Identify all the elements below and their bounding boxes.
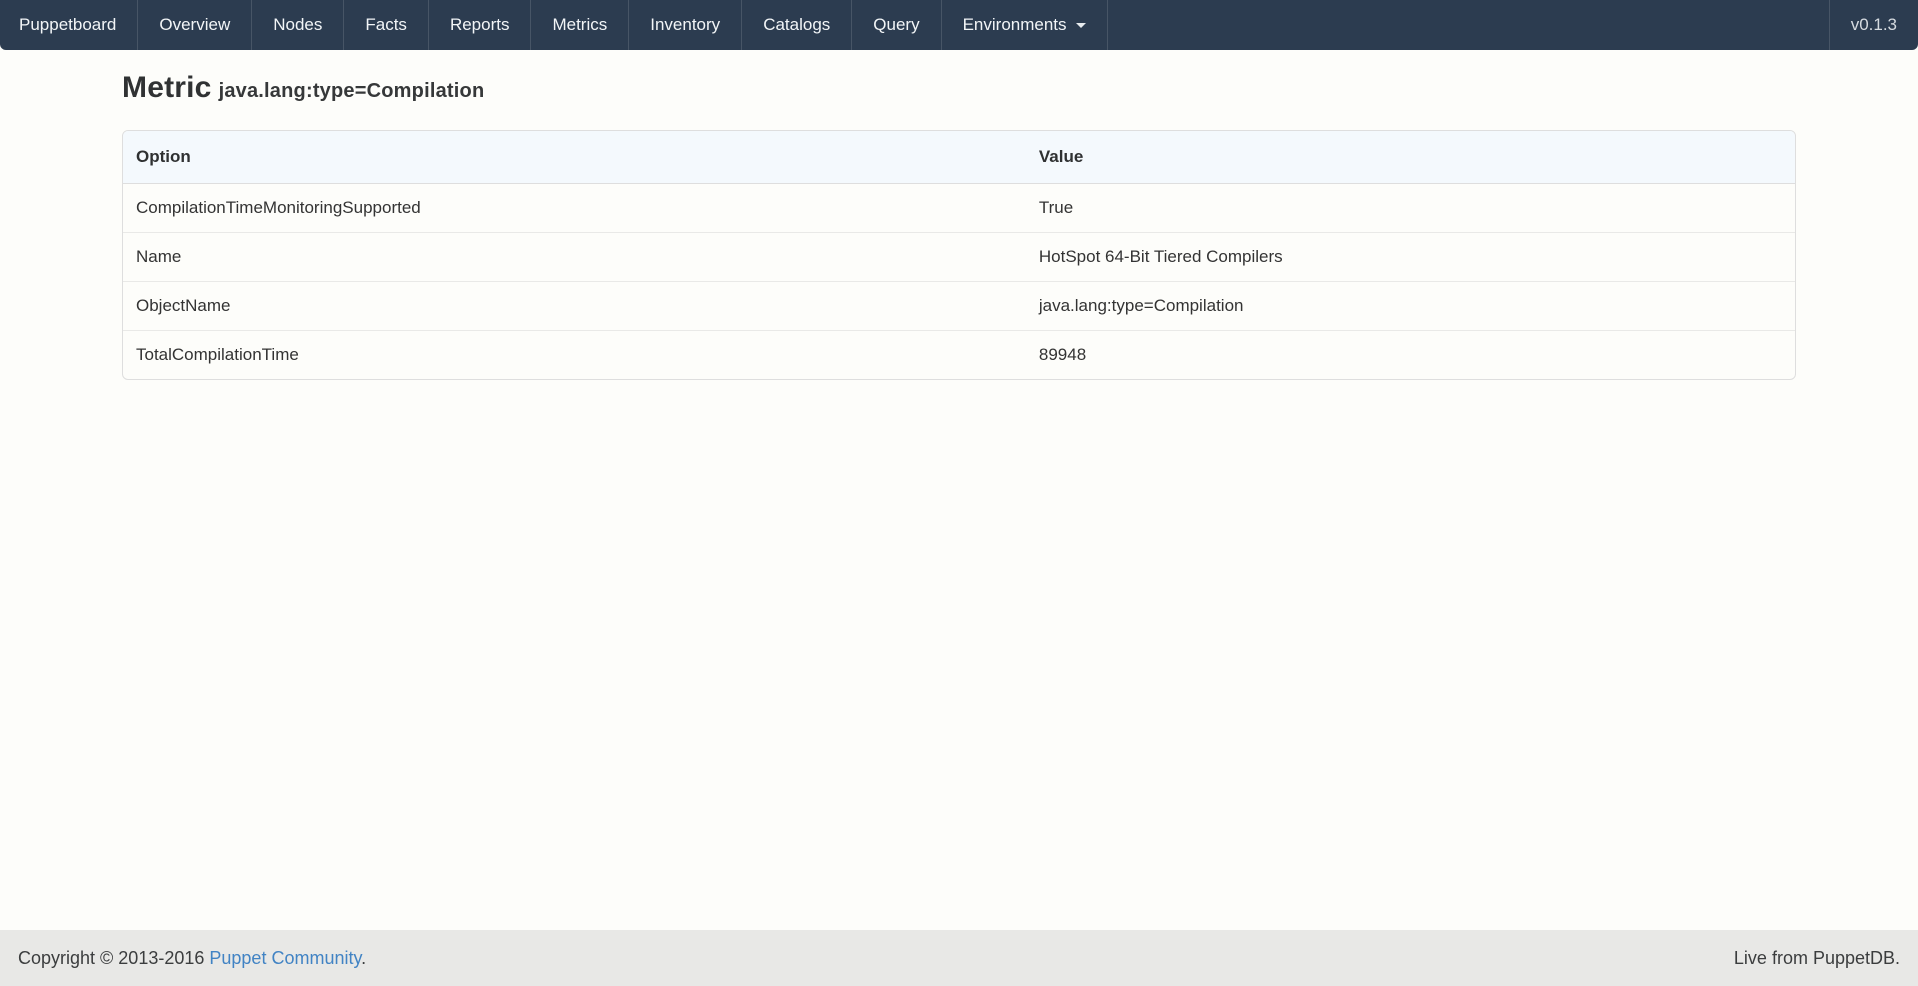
nav-item-overview[interactable]: Overview — [138, 0, 252, 50]
navbar-spacer — [1108, 0, 1829, 50]
page-title: Metric java.lang:type=Compilation — [122, 71, 1796, 105]
option-cell: CompilationTimeMonitoringSupported — [123, 184, 1026, 233]
environments-dropdown-label: Environments — [963, 15, 1067, 35]
puppet-community-link[interactable]: Puppet Community — [209, 948, 361, 968]
metric-table-wrapper: Option Value CompilationTimeMonitoringSu… — [122, 130, 1796, 380]
main-content: Metric java.lang:type=Compilation Option … — [0, 50, 1918, 930]
nav-item-reports[interactable]: Reports — [429, 0, 532, 50]
nav-dropdown-environments[interactable]: Environments — [942, 0, 1108, 50]
page-title-text: Metric — [122, 71, 212, 104]
table-row: CompilationTimeMonitoringSupported True — [123, 184, 1795, 233]
table-row: ObjectName java.lang:type=Compilation — [123, 282, 1795, 331]
option-cell: Name — [123, 233, 1026, 282]
nav-item-nodes[interactable]: Nodes — [252, 0, 344, 50]
page-footer: Copyright © 2013-2016 Puppet Community. … — [0, 930, 1918, 986]
option-cell: TotalCompilationTime — [123, 331, 1026, 380]
top-navbar: Puppetboard Overview Nodes Facts Reports… — [0, 0, 1918, 50]
live-status-text: Live from PuppetDB. — [1734, 948, 1900, 969]
table-header-row: Option Value — [123, 131, 1795, 184]
table-row: TotalCompilationTime 89948 — [123, 331, 1795, 380]
value-cell: 89948 — [1026, 331, 1795, 380]
copyright-suffix: . — [361, 948, 366, 968]
value-cell: java.lang:type=Compilation — [1026, 282, 1795, 331]
page-subtitle: java.lang:type=Compilation — [219, 80, 485, 102]
value-cell: True — [1026, 184, 1795, 233]
version-label: v0.1.3 — [1829, 0, 1918, 50]
nav-item-inventory[interactable]: Inventory — [629, 0, 742, 50]
copyright-prefix: Copyright © 2013-2016 — [18, 948, 209, 968]
copyright-text: Copyright © 2013-2016 Puppet Community. — [18, 948, 366, 969]
nav-item-facts[interactable]: Facts — [344, 0, 429, 50]
value-cell: HotSpot 64-Bit Tiered Compilers — [1026, 233, 1795, 282]
nav-item-catalogs[interactable]: Catalogs — [742, 0, 852, 50]
column-header-value: Value — [1026, 131, 1795, 184]
table-row: Name HotSpot 64-Bit Tiered Compilers — [123, 233, 1795, 282]
metric-table: Option Value CompilationTimeMonitoringSu… — [123, 131, 1795, 379]
brand-puppetboard[interactable]: Puppetboard — [0, 0, 138, 50]
caret-down-icon — [1076, 23, 1086, 28]
option-cell: ObjectName — [123, 282, 1026, 331]
nav-item-metrics[interactable]: Metrics — [531, 0, 629, 50]
column-header-option: Option — [123, 131, 1026, 184]
nav-item-query[interactable]: Query — [852, 0, 941, 50]
